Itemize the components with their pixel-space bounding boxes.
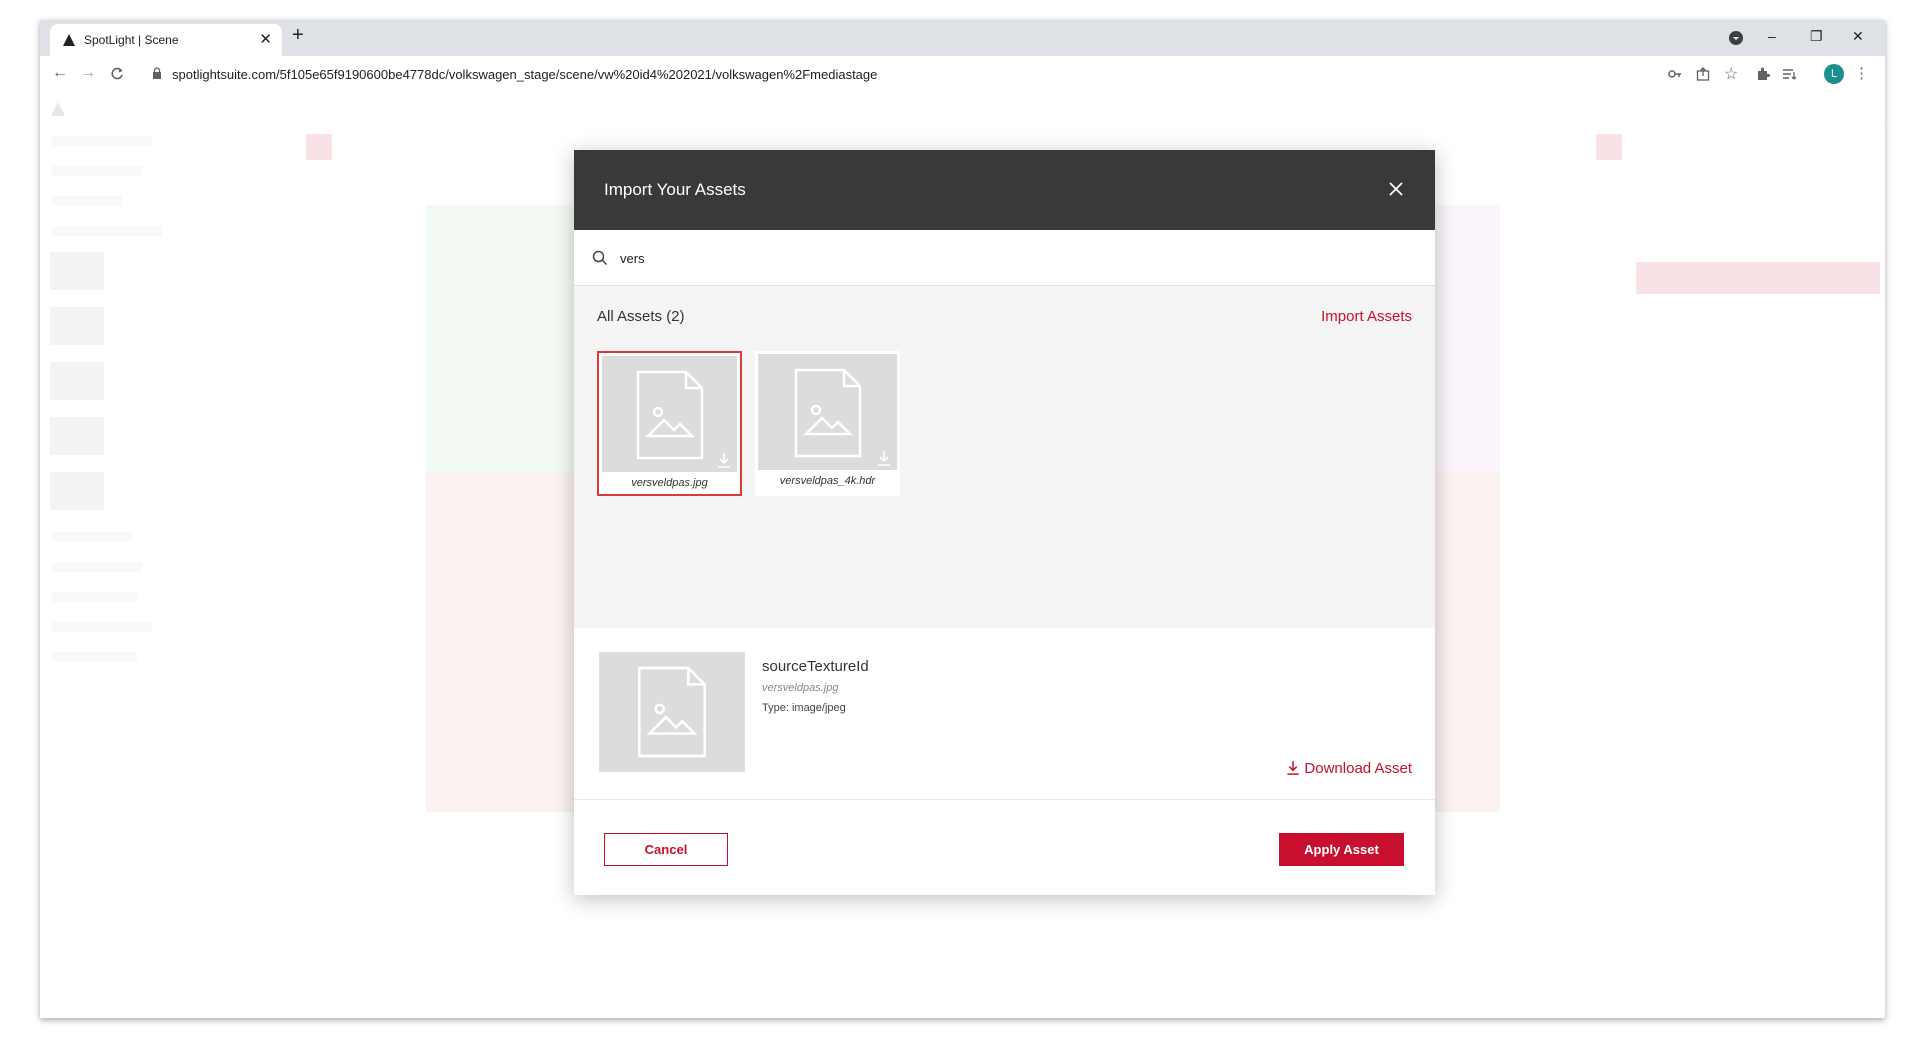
asset-card[interactable]: versveldpas_4k.hdr (755, 351, 900, 496)
search-icon (592, 250, 608, 266)
asset-detail-name: sourceTextureId (762, 658, 869, 675)
image-file-icon (638, 666, 706, 758)
chrome-menu-down-icon[interactable] (1728, 30, 1744, 46)
forward-button[interactable]: → (80, 64, 96, 82)
tab-close-icon[interactable]: ✕ (259, 30, 272, 48)
address-bar[interactable]: spotlightsuite.com/5f105e65f9190600be477… (138, 61, 1658, 87)
profile-avatar[interactable]: L (1824, 64, 1844, 84)
download-icon[interactable] (877, 450, 891, 466)
asset-thumbnail (602, 356, 737, 472)
reload-icon[interactable] (110, 67, 124, 81)
modal-title: Import Your Assets (604, 180, 746, 199)
extensions-icon[interactable] (1756, 67, 1770, 81)
image-file-icon (636, 370, 703, 460)
url-text: spotlightsuite.com/5f105e65f9190600be477… (172, 67, 878, 82)
new-tab-button[interactable]: + (292, 24, 304, 47)
tab-strip: SpotLight | Scene ✕ + – ❐ ✕ (40, 20, 1885, 56)
modal-header: Import Your Assets (574, 150, 1435, 230)
download-asset-button[interactable]: Download Asset (1286, 760, 1412, 777)
asset-details-panel: sourceTextureId versveldpas.jpg Type: im… (574, 628, 1435, 800)
minimize-button[interactable]: – (1768, 28, 1776, 44)
asset-name: versveldpas_4k.hdr (779, 475, 876, 487)
cancel-button[interactable]: Cancel (604, 833, 728, 866)
modal-footer: Cancel Apply Asset (574, 800, 1435, 895)
download-icon[interactable] (717, 452, 731, 468)
reading-list-icon[interactable] (1782, 67, 1797, 81)
lock-icon (153, 67, 161, 79)
back-button[interactable]: ← (52, 64, 68, 82)
bookmark-star-icon[interactable]: ☆ (1724, 64, 1738, 84)
asset-preview (599, 652, 745, 772)
browser-window: SpotLight | Scene ✕ + – ❐ ✕ ← → spotligh… (40, 20, 1885, 1018)
asset-detail-filename: versveldpas.jpg (762, 682, 839, 694)
restore-button[interactable]: ❐ (1810, 28, 1823, 45)
spotlight-logo-icon (63, 34, 75, 46)
asset-name: versveldpas.jpg (631, 477, 708, 489)
import-assets-link[interactable]: Import Assets (1321, 308, 1412, 325)
asset-detail-type: Type: image/jpeg (762, 702, 846, 714)
window-close-button[interactable]: ✕ (1852, 28, 1864, 45)
image-file-icon (794, 368, 861, 458)
tab-title: SpotLight | Scene (84, 33, 179, 47)
browser-toolbar: ← → spotlightsuite.com/5f105e65f9190600b… (40, 56, 1885, 92)
close-icon[interactable] (1386, 179, 1406, 199)
share-icon[interactable] (1696, 67, 1710, 81)
all-assets-label: All Assets (2) (597, 308, 685, 325)
download-icon (1287, 760, 1300, 775)
search-input[interactable] (620, 244, 1400, 272)
browser-menu-icon[interactable]: ⋮ (1854, 64, 1869, 82)
browser-tab[interactable]: SpotLight | Scene ✕ (50, 24, 282, 56)
search-row (574, 230, 1435, 286)
asset-card[interactable]: versveldpas.jpg (597, 351, 742, 496)
import-assets-modal: Import Your Assets All Assets (2) Import… (574, 150, 1435, 895)
apply-asset-button[interactable]: Apply Asset (1279, 833, 1404, 866)
asset-thumbnail (758, 354, 897, 470)
key-icon[interactable] (1668, 69, 1682, 79)
download-asset-label: Download Asset (1304, 760, 1412, 777)
